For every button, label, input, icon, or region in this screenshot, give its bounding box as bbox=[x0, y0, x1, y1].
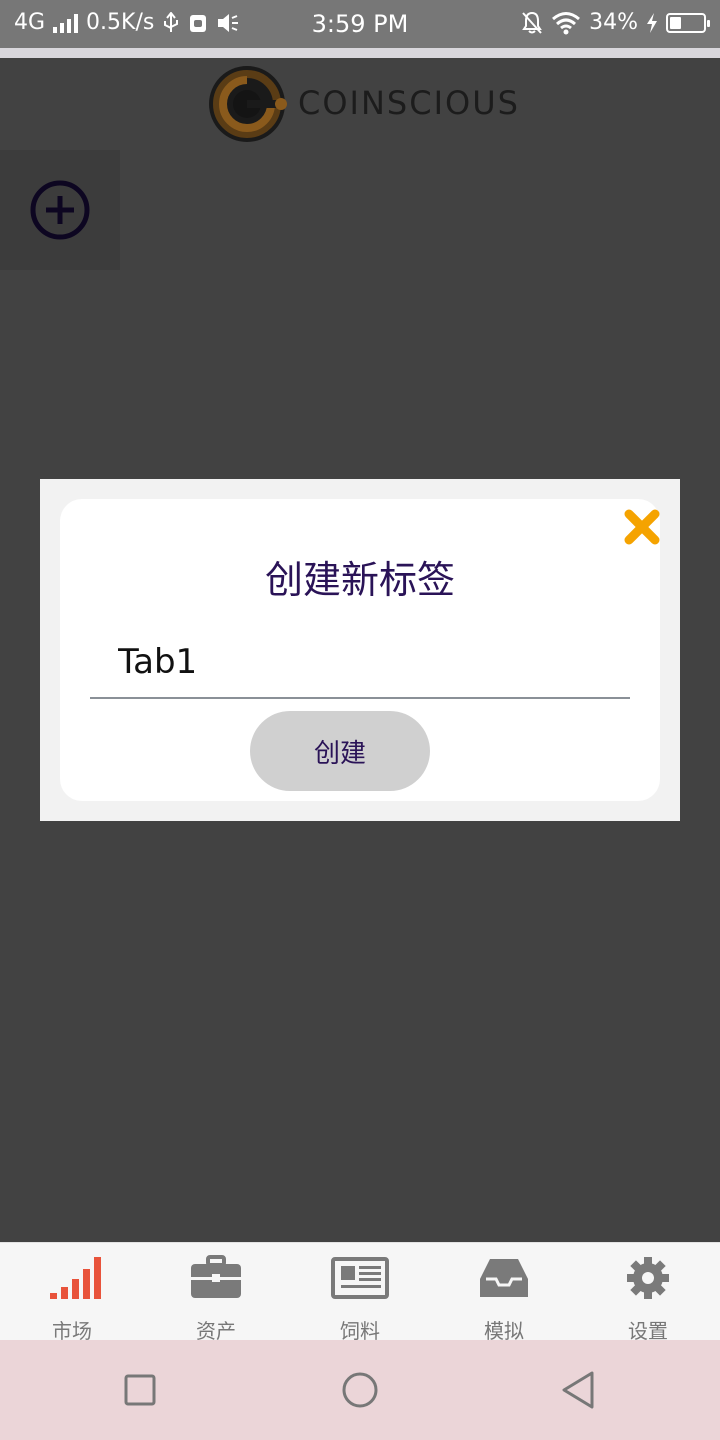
add-circle-icon bbox=[30, 180, 90, 240]
tab-feed[interactable]: 饲料 bbox=[288, 1243, 432, 1343]
add-tab-button[interactable] bbox=[0, 150, 120, 270]
status-bar: 4G 0.5K/s 3:59 PM 34% bbox=[0, 0, 720, 48]
inbox-tray-icon bbox=[480, 1259, 528, 1297]
battery-icon bbox=[666, 12, 710, 33]
signal-bars-icon bbox=[50, 1257, 101, 1299]
close-x-icon[interactable] bbox=[622, 507, 662, 547]
circle-icon[interactable] bbox=[338, 1368, 382, 1412]
notifications-off-icon bbox=[522, 11, 542, 34]
bottom-tab-bar: 市场 资产 饲料 模拟 设置 bbox=[0, 1242, 720, 1343]
triangle-back-icon[interactable] bbox=[556, 1368, 600, 1412]
create-tab-dialog: 创建新标签 创建 bbox=[40, 479, 680, 821]
gear-icon bbox=[627, 1257, 669, 1299]
app-header: COINSCIOUS bbox=[0, 58, 720, 150]
briefcase-icon bbox=[191, 1255, 241, 1298]
dialog-title: 创建新标签 bbox=[264, 558, 455, 602]
coinscious-logo-icon bbox=[209, 66, 287, 142]
tab-assets[interactable]: 资产 bbox=[144, 1243, 288, 1343]
wifi-icon bbox=[552, 11, 581, 34]
create-button[interactable]: 创建 bbox=[250, 711, 430, 791]
tab-name-input[interactable] bbox=[90, 627, 630, 699]
tab-market[interactable]: 市场 bbox=[0, 1243, 144, 1343]
tab-settings[interactable]: 设置 bbox=[576, 1243, 720, 1343]
dialog-card: 创建新标签 创建 bbox=[60, 499, 660, 801]
system-nav-bar bbox=[0, 1340, 720, 1440]
tab-simulate[interactable]: 模拟 bbox=[432, 1243, 576, 1343]
charging-icon bbox=[647, 12, 657, 33]
battery-percent: 34% bbox=[589, 10, 638, 35]
status-right: 34% bbox=[521, 10, 710, 35]
square-icon[interactable] bbox=[118, 1368, 162, 1412]
brand-name: COINSCIOUS bbox=[298, 84, 520, 122]
newspaper-icon bbox=[331, 1257, 389, 1299]
status-divider bbox=[0, 48, 720, 58]
